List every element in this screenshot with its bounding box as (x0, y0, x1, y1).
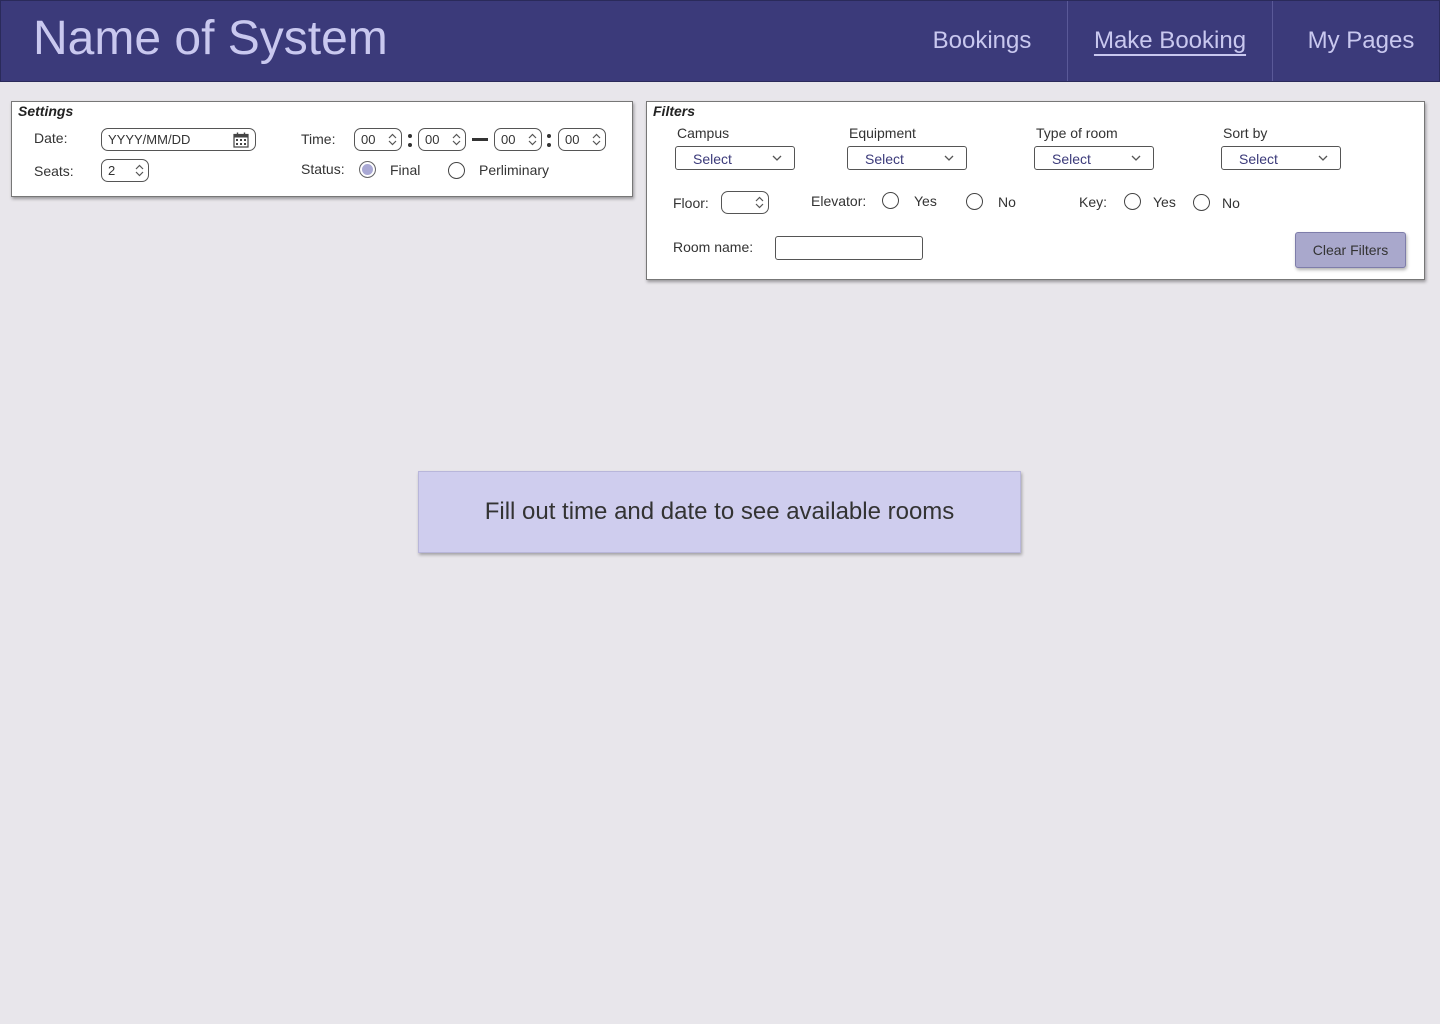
chevron-down-icon (944, 155, 954, 161)
filters-panel: Filters Campus Select Equipment Select T… (646, 101, 1425, 280)
room-type-select-value: Select (1052, 151, 1091, 167)
status-perliminary-label: Perliminary (479, 162, 550, 178)
floor-stepper[interactable] (721, 191, 769, 214)
end-minute-value: 00 (565, 132, 580, 147)
spinner-arrows-icon[interactable] (592, 133, 601, 146)
chevron-down-icon (1318, 155, 1328, 161)
sort-label: Sort by (1223, 125, 1268, 141)
elevator-yes-label: Yes (914, 193, 937, 209)
status-final-radio[interactable] (359, 161, 376, 178)
room-name-label: Room name: (673, 239, 754, 255)
settings-panel: Settings Date: YYYY/MM/DD Seats: 2 Time:… (11, 101, 633, 197)
end-hour-value: 00 (501, 132, 516, 147)
elevator-yes-radio[interactable] (882, 192, 899, 209)
campus-label: Campus (677, 125, 730, 141)
status-final-label: Final (390, 162, 421, 178)
start-minute-stepper[interactable]: 00 (418, 128, 466, 151)
equipment-select[interactable]: Select (847, 146, 967, 170)
seats-stepper[interactable]: 2 (101, 159, 149, 182)
filters-title: Filters (653, 103, 696, 119)
chevron-down-icon (1131, 155, 1141, 161)
app-title: Name of System (33, 12, 388, 65)
status-perliminary-radio[interactable] (448, 162, 465, 179)
nav-bookings-label: Bookings (932, 27, 1032, 54)
key-no-label: No (1222, 195, 1240, 211)
seats-label: Seats: (34, 163, 74, 179)
spinner-arrows-icon[interactable] (452, 133, 461, 146)
room-name-input[interactable] (775, 236, 923, 260)
date-placeholder: YYYY/MM/DD (108, 132, 191, 147)
sort-select-value: Select (1239, 151, 1278, 167)
floor-label: Floor: (673, 195, 709, 211)
end-hour-stepper[interactable]: 00 (494, 128, 542, 151)
clear-filters-button[interactable]: Clear Filters (1295, 232, 1406, 268)
nav-make-booking[interactable]: Make Booking (1067, 1, 1273, 81)
elevator-label: Elevator: (811, 193, 867, 209)
equipment-label: Equipment (849, 125, 916, 141)
start-hour-value: 00 (361, 132, 376, 147)
campus-select[interactable]: Select (675, 146, 795, 170)
chevron-down-icon (772, 155, 782, 161)
date-label: Date: (34, 130, 68, 146)
room-type-label: Type of room (1036, 125, 1118, 141)
campus-select-value: Select (693, 151, 732, 167)
key-yes-radio[interactable] (1124, 193, 1141, 210)
key-no-radio[interactable] (1193, 194, 1210, 211)
nav-my-pages-label: My Pages (1307, 27, 1415, 54)
info-message: Fill out time and date to see available … (418, 471, 1021, 553)
start-minute-value: 00 (425, 132, 440, 147)
spinner-arrows-icon[interactable] (135, 164, 144, 177)
info-message-text: Fill out time and date to see available … (484, 498, 955, 525)
key-yes-label: Yes (1153, 194, 1176, 210)
settings-title: Settings (18, 103, 74, 119)
room-type-select[interactable]: Select (1034, 146, 1154, 170)
top-navigation-bar: Name of System Bookings Make Booking My … (0, 0, 1440, 82)
start-hour-stepper[interactable]: 00 (354, 128, 402, 151)
time-label: Time: (301, 131, 336, 147)
time-colon (408, 133, 412, 148)
time-range-dash (472, 138, 488, 141)
clear-filters-label: Clear Filters (1312, 242, 1389, 258)
nav-make-booking-label: Make Booking (1093, 27, 1247, 54)
spinner-arrows-icon[interactable] (755, 196, 764, 209)
nav-bookings[interactable]: Bookings (916, 1, 1048, 81)
equipment-select-value: Select (865, 151, 904, 167)
nav-my-pages[interactable]: My Pages (1291, 1, 1431, 81)
elevator-no-radio[interactable] (966, 193, 983, 210)
time-colon (547, 133, 551, 148)
spinner-arrows-icon[interactable] (528, 133, 537, 146)
key-label: Key: (1079, 194, 1108, 210)
spinner-arrows-icon[interactable] (388, 133, 397, 146)
calendar-icon[interactable] (233, 132, 249, 148)
date-input[interactable]: YYYY/MM/DD (101, 128, 256, 151)
status-label: Status: (301, 161, 345, 177)
seats-value: 2 (108, 163, 116, 178)
sort-select[interactable]: Select (1221, 146, 1341, 170)
elevator-no-label: No (998, 194, 1016, 210)
end-minute-stepper[interactable]: 00 (558, 128, 606, 151)
